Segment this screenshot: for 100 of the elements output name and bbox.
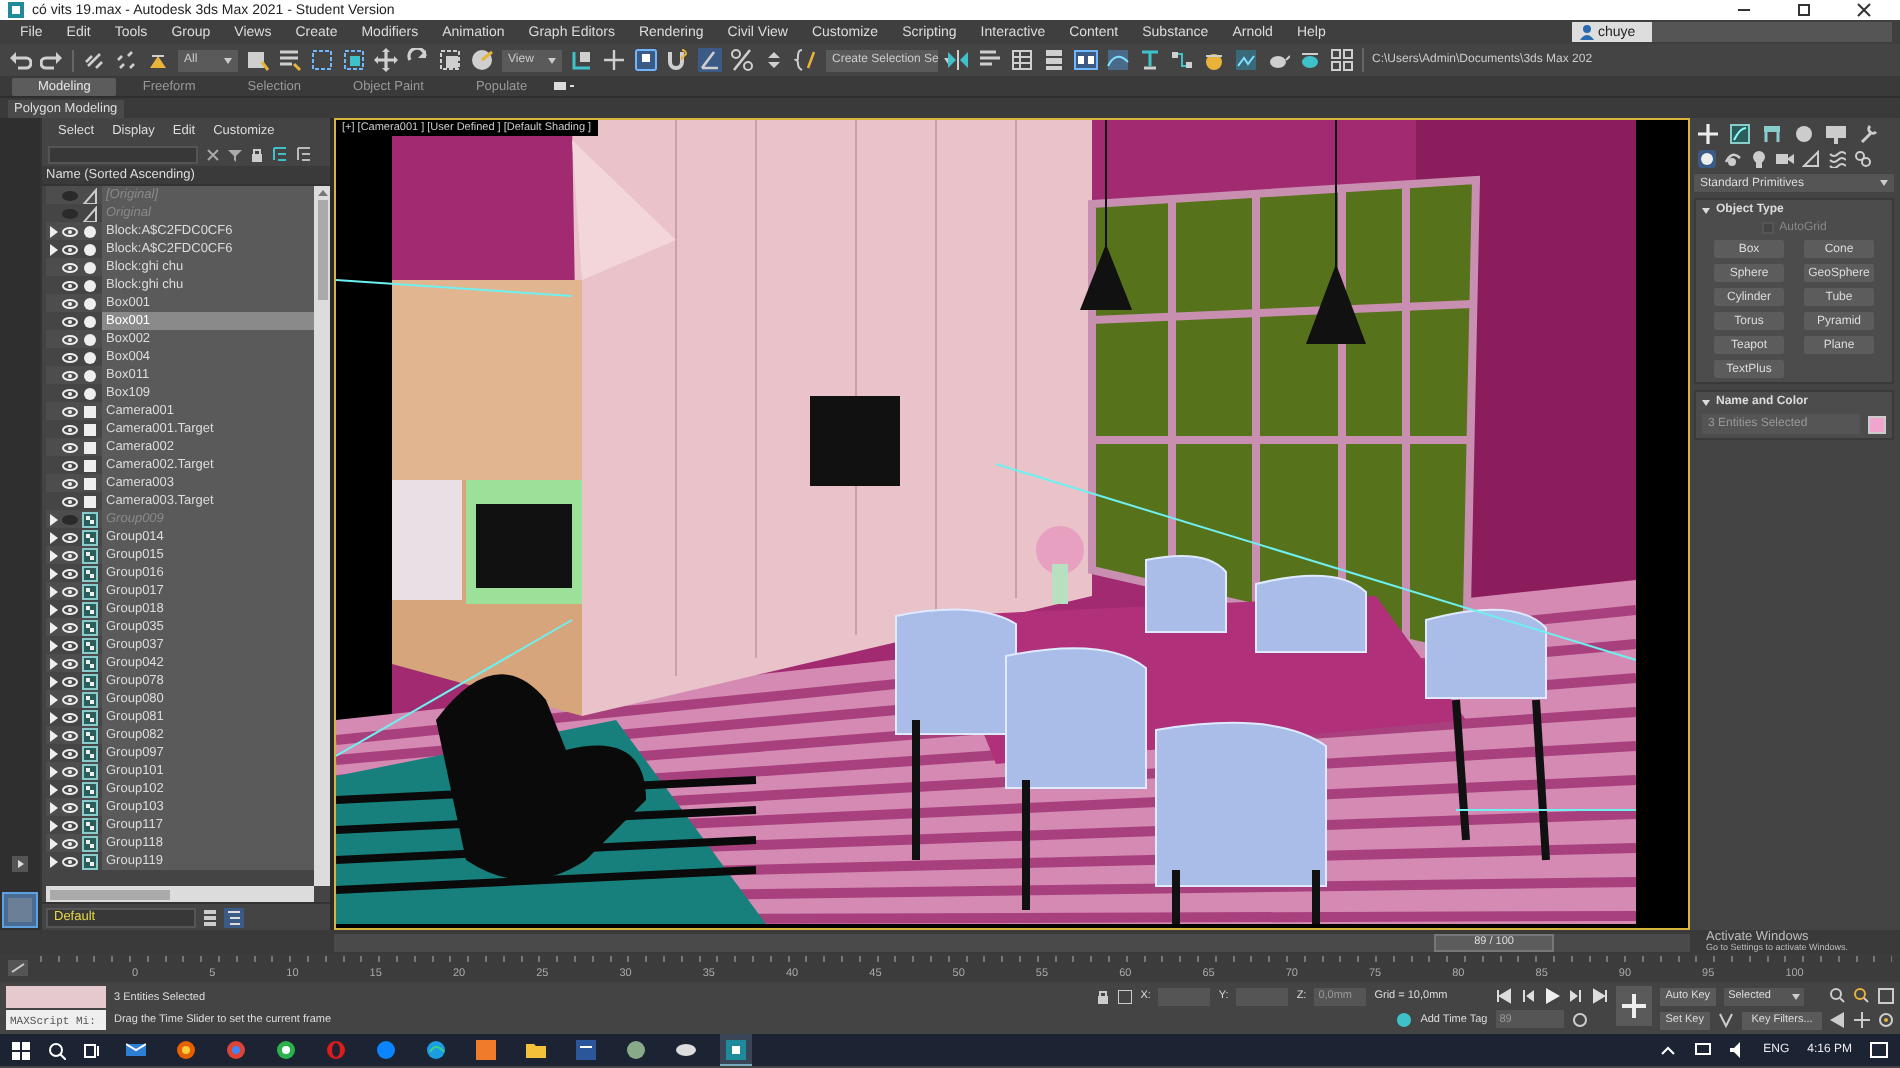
pan-icon[interactable] bbox=[1854, 1012, 1870, 1028]
layer-hierarchy-icon[interactable] bbox=[296, 146, 312, 162]
angle-snap-icon[interactable] bbox=[698, 48, 722, 72]
cameras-icon[interactable] bbox=[1776, 150, 1794, 168]
previous-frame-icon[interactable] bbox=[1519, 987, 1536, 1004]
expand-icon[interactable] bbox=[50, 225, 58, 237]
play-icon[interactable] bbox=[1543, 987, 1560, 1004]
document-icon[interactable] bbox=[576, 1040, 596, 1060]
eye-icon[interactable] bbox=[62, 783, 78, 795]
expand-icon[interactable] bbox=[50, 567, 58, 579]
expand-icon[interactable] bbox=[50, 603, 58, 615]
expand-icon[interactable] bbox=[50, 657, 58, 669]
eye-icon[interactable] bbox=[62, 639, 78, 651]
display-tab-icon[interactable] bbox=[1826, 124, 1846, 144]
dope-sheet-icon[interactable] bbox=[1138, 48, 1162, 72]
lock-icon[interactable] bbox=[1096, 989, 1111, 1004]
eye-icon[interactable] bbox=[62, 765, 78, 777]
mail-icon[interactable] bbox=[126, 1040, 146, 1060]
layer-icon[interactable] bbox=[1042, 48, 1066, 72]
undo-icon[interactable] bbox=[8, 48, 32, 72]
go-to-start-icon[interactable] bbox=[1495, 987, 1512, 1004]
time-tag-icon[interactable] bbox=[1396, 1012, 1413, 1029]
collapse-icon[interactable] bbox=[1702, 399, 1710, 405]
move-icon[interactable] bbox=[374, 48, 398, 72]
expand-icon[interactable] bbox=[50, 855, 58, 867]
expand-icon[interactable] bbox=[50, 243, 58, 255]
expand-icon[interactable] bbox=[50, 819, 58, 831]
scale-icon[interactable] bbox=[438, 48, 462, 72]
layers-icon[interactable] bbox=[202, 907, 218, 927]
eye-icon[interactable] bbox=[62, 657, 78, 669]
rectangle-selection-icon[interactable] bbox=[310, 48, 334, 72]
modify-tab-icon[interactable] bbox=[1730, 124, 1750, 144]
material-editor-icon[interactable] bbox=[1202, 48, 1226, 72]
collapse-icon[interactable] bbox=[1702, 207, 1710, 213]
eye-icon[interactable] bbox=[62, 459, 78, 471]
schematic-view-icon[interactable] bbox=[1170, 48, 1194, 72]
eye-icon[interactable] bbox=[62, 747, 78, 759]
eye-icon[interactable] bbox=[62, 387, 78, 399]
window-crossing-icon[interactable] bbox=[342, 48, 366, 72]
orbit-icon[interactable] bbox=[1878, 1012, 1894, 1028]
expand-icon[interactable] bbox=[50, 513, 58, 525]
eye-icon[interactable] bbox=[62, 225, 78, 237]
zoom-icon[interactable] bbox=[1830, 988, 1846, 1004]
expand-icon[interactable] bbox=[50, 729, 58, 741]
layer-explorer-icon[interactable] bbox=[224, 907, 244, 927]
set-key-button[interactable] bbox=[1615, 986, 1652, 1026]
eye-icon[interactable] bbox=[62, 567, 78, 579]
hierarchy-tab-icon[interactable] bbox=[1762, 124, 1782, 144]
key-mode-icon[interactable] bbox=[1718, 1012, 1734, 1028]
eye-icon[interactable] bbox=[62, 711, 78, 723]
horizontal-scrollbar[interactable] bbox=[46, 886, 314, 902]
eye-icon[interactable] bbox=[62, 279, 78, 291]
eye-icon[interactable] bbox=[62, 693, 78, 705]
expand-icon[interactable] bbox=[50, 585, 58, 597]
expand-icon[interactable] bbox=[50, 747, 58, 759]
folder-icon[interactable] bbox=[526, 1040, 546, 1060]
expand-icon[interactable] bbox=[50, 639, 58, 651]
app-icon[interactable] bbox=[626, 1040, 646, 1060]
maximize-viewport-icon[interactable] bbox=[1878, 988, 1894, 1004]
maximize-icon[interactable] bbox=[1796, 2, 1812, 18]
time-config-icon[interactable] bbox=[1571, 1011, 1588, 1028]
place-icon[interactable] bbox=[470, 48, 494, 72]
eye-icon[interactable] bbox=[62, 549, 78, 561]
eye-icon[interactable] bbox=[62, 441, 78, 453]
named-selection-icon[interactable] bbox=[794, 48, 818, 72]
ribbon-options-icon[interactable] bbox=[553, 80, 574, 92]
eye-icon[interactable] bbox=[62, 729, 78, 741]
viewport-layout-icon[interactable] bbox=[1330, 48, 1354, 72]
snap-icon[interactable] bbox=[666, 48, 690, 72]
expand-icon[interactable] bbox=[50, 549, 58, 561]
helpers-icon[interactable] bbox=[1802, 150, 1820, 168]
expand-icon[interactable] bbox=[50, 801, 58, 813]
pivot-icon[interactable] bbox=[570, 48, 594, 72]
zoom-all-icon[interactable] bbox=[1854, 988, 1870, 1004]
render-frame-icon[interactable] bbox=[1298, 48, 1322, 72]
eye-icon[interactable] bbox=[62, 477, 78, 489]
app-icon[interactable] bbox=[676, 1040, 696, 1060]
eye-icon[interactable] bbox=[62, 621, 78, 633]
eye-icon[interactable] bbox=[62, 675, 78, 687]
eye-icon[interactable] bbox=[62, 243, 78, 255]
expand-panel-icon[interactable] bbox=[12, 856, 28, 872]
field-of-view-icon[interactable] bbox=[1830, 1012, 1846, 1028]
notification-icon[interactable] bbox=[1870, 1041, 1888, 1059]
systems-icon[interactable] bbox=[1854, 150, 1872, 168]
scene-explorer-icon[interactable] bbox=[1010, 48, 1034, 72]
eye-icon[interactable] bbox=[62, 819, 78, 831]
utilities-tab-icon[interactable] bbox=[1858, 124, 1878, 144]
eye-icon[interactable] bbox=[62, 837, 78, 849]
browser-icon[interactable] bbox=[426, 1040, 446, 1060]
eye-icon[interactable] bbox=[62, 531, 78, 543]
curve-editor-icon[interactable] bbox=[1106, 48, 1130, 72]
eye-icon[interactable] bbox=[62, 369, 78, 381]
axis-constraint-icon[interactable] bbox=[602, 48, 626, 72]
keyboard-shortcut-icon[interactable] bbox=[634, 48, 658, 72]
go-to-end-icon[interactable] bbox=[1591, 987, 1608, 1004]
eye-icon[interactable] bbox=[62, 261, 78, 273]
percent-snap-icon[interactable] bbox=[730, 48, 754, 72]
lights-icon[interactable] bbox=[1750, 150, 1768, 168]
lock-icon[interactable] bbox=[250, 147, 264, 161]
hierarchy-icon[interactable] bbox=[272, 146, 288, 162]
